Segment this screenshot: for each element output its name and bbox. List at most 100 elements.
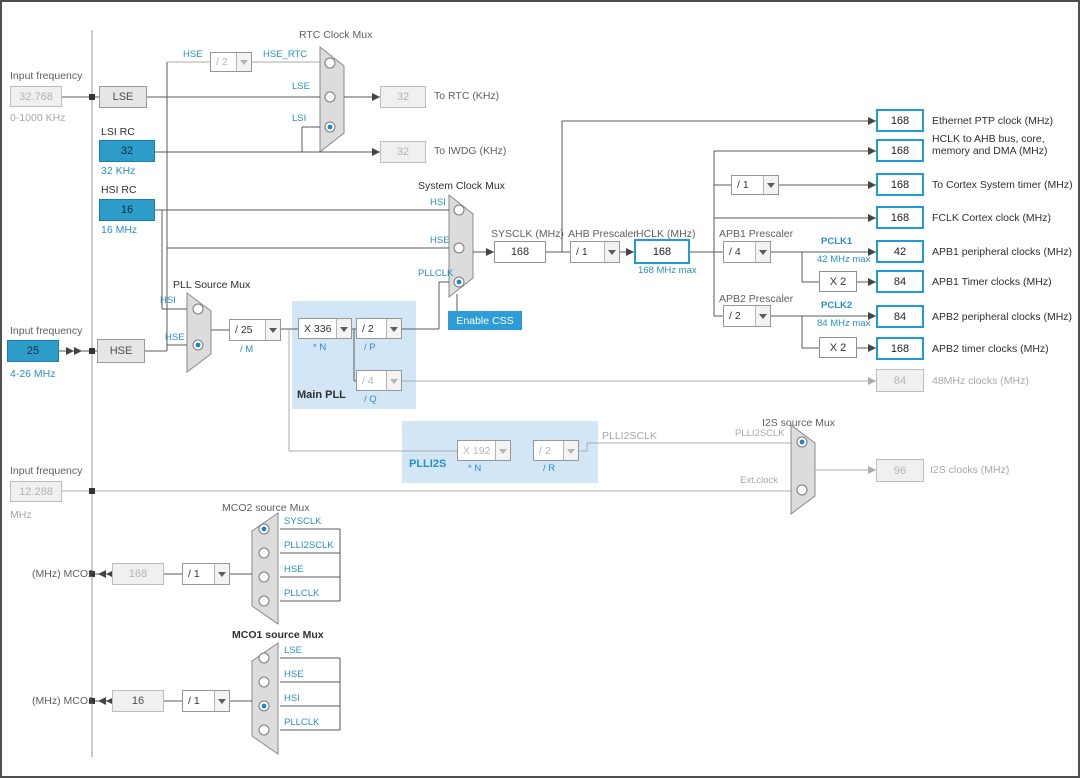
- hse-input-frequency-label: Input frequency: [10, 325, 83, 337]
- rtc-lsi-signal-label: LSI: [292, 113, 307, 124]
- mco1-mux-radio-hse[interactable]: [258, 676, 270, 688]
- main-pll-div-p-select[interactable]: / 2: [356, 318, 402, 339]
- hse-frequency-field[interactable]: 25: [7, 340, 59, 362]
- hse-rtc-signal-label: HSE_RTC: [263, 49, 308, 60]
- apb1-peripheral-clocks-box[interactable]: 42: [876, 240, 924, 263]
- rtc-hse-divider-select[interactable]: / 2: [210, 52, 252, 72]
- apb2-peripheral-clocks-label: APB2 peripheral clocks (MHz): [932, 311, 1073, 323]
- mco2-value-box[interactable]: 168: [112, 563, 164, 585]
- chevron-down-icon: [563, 441, 578, 460]
- cortex-timer-divider-select[interactable]: / 1: [731, 175, 779, 195]
- hclk-ahb-clock-box[interactable]: 168: [876, 139, 924, 162]
- ethernet-ptp-clock-label: Ethernet PTP clock (MHz): [932, 115, 1054, 127]
- plli2s-mul-n-value: X 192: [463, 444, 491, 457]
- pclk1-label: PCLK1: [821, 236, 853, 247]
- fclk-cortex-clock-box[interactable]: 168: [876, 206, 924, 229]
- pll-div-m-select[interactable]: / 25: [229, 319, 281, 341]
- mco1-mux-radio-hsi-selected: [261, 703, 267, 709]
- plli2s-div-r-select[interactable]: / 2: [533, 440, 579, 461]
- mco1-mux-radio-lse[interactable]: [258, 652, 270, 664]
- lse-frequency-field[interactable]: 32.768: [10, 86, 62, 107]
- system-mux-title: System Clock Mux: [418, 180, 505, 192]
- ahb-prescaler-label: AHB Prescaler: [568, 228, 637, 240]
- to-iwdg-value-box[interactable]: 32: [380, 141, 426, 163]
- lse-source-box[interactable]: LSE: [99, 86, 147, 108]
- mco1-option-pllclk: PLLCLK: [284, 717, 320, 728]
- mco2-mux-radio-plli2sclk[interactable]: [258, 547, 270, 559]
- mco1-option-lse: LSE: [284, 645, 302, 656]
- chevron-down-icon: [214, 564, 229, 584]
- plli2s-r-caption: / R: [543, 463, 556, 474]
- main-pll-div-p-value: / 2: [362, 322, 374, 335]
- ahb-prescaler-value: / 1: [576, 246, 588, 258]
- hsi-rc-label: HSI RC: [101, 184, 137, 196]
- fclk-cortex-clock-label: FCLK Cortex clock (MHz): [932, 212, 1052, 224]
- sysclk-value-box[interactable]: 168: [494, 241, 546, 263]
- lsi-frequency-box[interactable]: 32: [99, 140, 155, 162]
- chevron-down-icon: [336, 319, 351, 338]
- mco1-value-box[interactable]: 16: [112, 690, 164, 712]
- cortex-system-timer-box[interactable]: 168: [876, 173, 924, 196]
- chevron-down-icon: [755, 242, 770, 262]
- i2s-plli2sclk-signal-label: PLLI2SCLK: [735, 428, 785, 439]
- to-rtc-value-box[interactable]: 32: [380, 86, 426, 108]
- plli2s-n-caption: * N: [468, 463, 482, 474]
- hse-source-box[interactable]: HSE: [97, 339, 145, 363]
- apb2-timer-x2-box: X 2: [819, 337, 857, 358]
- i2s-clocks-box[interactable]: 96: [876, 459, 924, 482]
- hsi-frequency-box[interactable]: 16: [99, 199, 155, 221]
- i2s-mux-radio-extclock[interactable]: [796, 484, 808, 496]
- cortex-system-timer-label: To Cortex System timer (MHz): [932, 179, 1073, 191]
- chevron-down-icon: [604, 242, 619, 262]
- rtc-mux-title: RTC Clock Mux: [299, 29, 373, 41]
- apb1-peripheral-clocks-label: APB1 peripheral clocks (MHz): [932, 246, 1073, 258]
- cortex-timer-divider-value: / 1: [737, 179, 749, 191]
- rtc-mux-radio-hse[interactable]: [324, 57, 336, 69]
- mco2-divider-select[interactable]: / 1: [182, 563, 230, 585]
- rtc-mux-radio-lse[interactable]: [324, 91, 336, 103]
- apb2-peripheral-clocks-box[interactable]: 84: [876, 305, 924, 328]
- i2s-mux-radio-plli2sclk-selected: [799, 439, 805, 445]
- apb1-timer-clocks-box[interactable]: 84: [876, 270, 924, 293]
- apb2-timer-clocks-label: APB2 timer clocks (MHz): [932, 343, 1049, 355]
- main-pll-div-q-select[interactable]: / 4: [356, 370, 402, 391]
- system-mux-radio-pllclk-selected: [456, 279, 462, 285]
- enable-css-button[interactable]: Enable CSS: [448, 311, 522, 330]
- mco2-divider-value: / 1: [188, 568, 200, 580]
- mco1-option-hse: HSE: [284, 669, 304, 680]
- apb1-prescaler-value: / 4: [729, 246, 741, 258]
- chevron-down-icon: [386, 319, 401, 338]
- apb1-prescaler-select[interactable]: / 4: [723, 241, 771, 263]
- hse-range-label: 4-26 MHz: [10, 368, 56, 380]
- pll-mux-title: PLL Source Mux: [173, 279, 251, 291]
- system-mux-radio-hsi[interactable]: [453, 204, 465, 216]
- i2s-extclock-signal-label: Ext.clock: [740, 475, 779, 486]
- plli2s-mul-n-select[interactable]: X 192: [457, 440, 511, 461]
- apb1-timer-clocks-label: APB1 Timer clocks (MHz): [932, 276, 1052, 288]
- i2s-ckin-frequency-label: Input frequency: [10, 465, 83, 477]
- system-mux-radio-hse[interactable]: [453, 242, 465, 254]
- mco2-mux-radio-hse[interactable]: [258, 571, 270, 583]
- hclk-ahb-clock-label: HCLK to AHB bus, core, memory and DMA (M…: [932, 133, 1048, 157]
- chevron-down-icon: [763, 176, 778, 194]
- rtc-mux-radio-lsi-selected: [327, 124, 333, 130]
- pll-mux-radio-hsi[interactable]: [192, 303, 204, 315]
- rtc-hse-divider-value: / 2: [216, 56, 228, 68]
- clock-48mhz-box[interactable]: 84: [876, 369, 924, 392]
- i2s-ckin-frequency-field[interactable]: 12.288: [10, 481, 62, 502]
- ethernet-ptp-clock-box[interactable]: 168: [876, 109, 924, 132]
- main-pll-q-caption: / Q: [364, 394, 377, 405]
- rtc-hse-signal-label: HSE: [183, 49, 203, 60]
- apb2-prescaler-select[interactable]: / 2: [723, 305, 771, 327]
- pclk2-max-caption: 84 MHz max: [817, 318, 871, 329]
- mco1-divider-select[interactable]: / 1: [182, 690, 230, 712]
- apb1-timer-x2-box: X 2: [819, 271, 857, 292]
- apb2-timer-clocks-box[interactable]: 168: [876, 337, 924, 360]
- wires: [59, 30, 876, 757]
- main-pll-mul-n-select[interactable]: X 336: [298, 318, 352, 339]
- mco2-mux-radio-pllclk[interactable]: [258, 595, 270, 607]
- mco1-mux-radio-pllclk[interactable]: [258, 724, 270, 736]
- hclk-max-caption: 168 MHz max: [638, 265, 697, 276]
- hclk-value-box[interactable]: 168: [634, 239, 690, 264]
- ahb-prescaler-select[interactable]: / 1: [570, 241, 620, 263]
